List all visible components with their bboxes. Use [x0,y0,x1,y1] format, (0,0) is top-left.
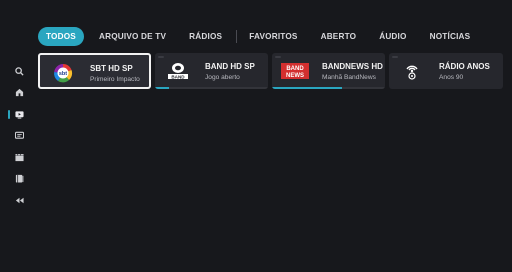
channel-card-bandnews[interactable]: BAND NEWS BANDNEWS HD Manhã BandNews [272,53,385,89]
channel-program: Jogo aberto [205,74,240,81]
channel-program: Anos 90 [439,74,464,81]
live-tv-icon[interactable] [13,108,25,120]
tab-noticias[interactable]: NOTÍCIAS [422,27,479,46]
radio-icon [397,61,427,81]
movies-icon[interactable] [13,151,25,163]
category-tabs: TODOS ARQUIVO DE TV RÁDIOS FAVORITOS ABE… [38,26,512,46]
channel-name: SBT HD SP [90,64,133,73]
progress-fill [155,87,169,89]
channel-card-sbt[interactable]: sbt SBT HD SP Primeiro Impacto [38,53,151,89]
channel-name: BANDNEWS HD [322,62,383,71]
channel-program: Primeiro Impacto [90,76,140,83]
channel-program: Manhã BandNews [322,74,376,81]
collapse-icon[interactable] [13,194,25,206]
progress-fill [272,87,343,89]
band-logo: BAND [163,61,193,81]
svg-text:BAND: BAND [286,66,304,72]
sidebar-active-indicator [8,110,10,119]
home-icon[interactable] [13,86,25,98]
tab-arquivo-de-tv[interactable]: ARQUIVO DE TV [91,27,174,46]
tab-todos[interactable]: TODOS [38,26,84,46]
card-tag [392,56,398,58]
tab-audio[interactable]: ÁUDIO [371,27,414,46]
tab-favoritos[interactable]: FAVORITOS [241,27,305,46]
search-icon[interactable] [13,65,25,77]
channel-card-band[interactable]: BAND BAND HD SP Jogo aberto [155,53,268,89]
svg-text:BAND: BAND [171,74,185,79]
card-tag [158,56,164,58]
tab-aberto[interactable]: ABERTO [313,27,365,46]
tab-divider [236,29,238,43]
progress-track [155,87,268,89]
channel-row: sbt SBT HD SP Primeiro Impacto BAND BAND… [38,53,512,89]
tab-radios[interactable]: RÁDIOS [181,27,230,46]
channel-name: BAND HD SP [205,62,255,71]
sbt-logo: sbt [48,63,78,83]
card-tag [275,56,281,58]
channel-name: RÁDIO ANOS [439,62,490,71]
svg-text:NEWS: NEWS [286,73,304,79]
bandnews-logo: BAND NEWS [280,61,310,81]
library-icon[interactable] [13,172,25,184]
guide-icon[interactable] [13,129,25,141]
channel-card-radio-anos[interactable]: RÁDIO ANOS Anos 90 [389,53,503,89]
svg-text:sbt: sbt [59,71,67,77]
